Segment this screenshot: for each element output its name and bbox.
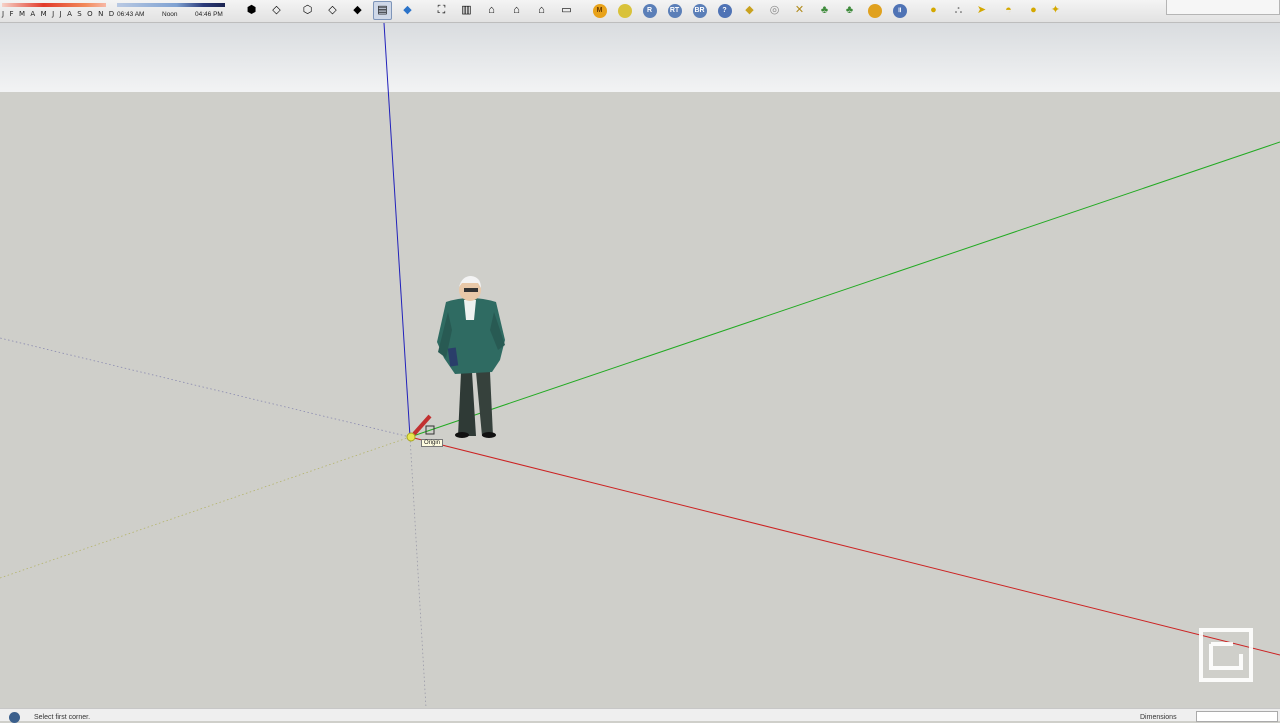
person-figure[interactable] [437, 276, 505, 438]
pencil-cursor-icon [406, 414, 435, 442]
status-bar: Select first corner. Dimensions [0, 708, 1280, 723]
negative-blue-axis [409, 436, 427, 709]
negative-red-axis [0, 337, 411, 438]
red-axis [409, 436, 1280, 656]
instructor-icon[interactable] [9, 712, 20, 723]
blue-axis [383, 22, 411, 438]
inference-tooltip: Origin [421, 439, 444, 447]
green-axis [409, 141, 1280, 438]
modeling-viewport[interactable] [0, 0, 1280, 720]
negative-green-axis [0, 436, 411, 579]
measurements-box[interactable] [1196, 711, 1278, 722]
